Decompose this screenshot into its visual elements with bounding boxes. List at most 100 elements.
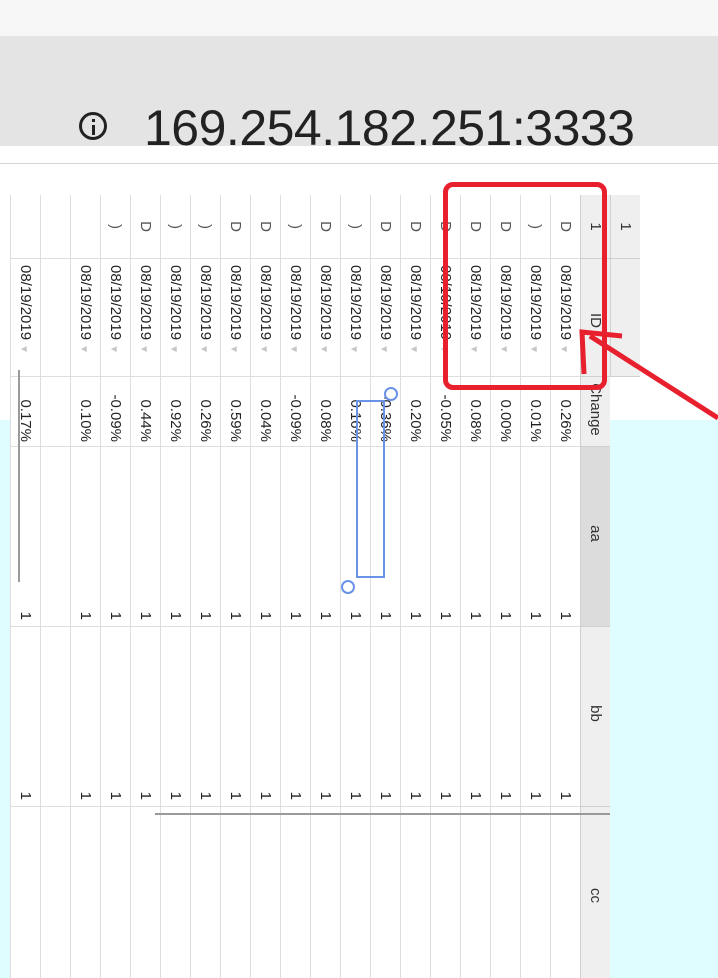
dropdown-caret-icon[interactable]: ▼ — [18, 344, 29, 354]
dropdown-caret-icon[interactable]: ▼ — [138, 344, 149, 354]
date-cell[interactable]: 08/19/2019 ▼ — [70, 259, 100, 377]
aa-cell[interactable]: 1 — [130, 447, 160, 627]
bb-cell[interactable]: 1 — [280, 627, 310, 807]
cc-cell[interactable] — [160, 807, 190, 978]
header-aa[interactable]: aa — [580, 447, 610, 627]
table-row[interactable]: ) 08/19/2019 ▼ 0.26% 1 1 — [190, 195, 220, 978]
dropdown-caret-icon[interactable]: ▼ — [228, 344, 239, 354]
aa-cell[interactable] — [40, 447, 70, 627]
header-row-number[interactable]: 1 — [610, 195, 640, 259]
aa-cell[interactable]: 1 — [430, 447, 460, 627]
date-cell[interactable]: 08/19/2019 ▼ — [220, 259, 250, 377]
change-cell[interactable]: 0.17% — [10, 377, 40, 447]
cc-cell[interactable] — [370, 807, 400, 978]
table-row[interactable]: ) 08/19/2019 ▼ 0.92% 1 1 — [160, 195, 190, 978]
cc-cell[interactable] — [400, 807, 430, 978]
id-cell[interactable]: D — [250, 195, 280, 259]
change-cell[interactable]: -0.09% — [100, 377, 130, 447]
date-cell[interactable]: 08/19/2019 ▼ — [400, 259, 430, 377]
dropdown-caret-icon[interactable]: ▼ — [348, 344, 359, 354]
id-cell[interactable] — [70, 195, 100, 259]
aa-cell[interactable]: 1 — [280, 447, 310, 627]
id-cell[interactable]: D — [370, 195, 400, 259]
change-cell[interactable]: 0.20% — [400, 377, 430, 447]
bb-cell[interactable]: 1 — [490, 627, 520, 807]
cc-cell[interactable] — [10, 807, 40, 978]
bb-cell[interactable]: 1 — [10, 627, 40, 807]
bb-cell[interactable]: 1 — [310, 627, 340, 807]
aa-cell[interactable]: 1 — [100, 447, 130, 627]
bb-cell[interactable]: 1 — [130, 627, 160, 807]
change-cell[interactable]: 0.04% — [250, 377, 280, 447]
selection-handle-top[interactable] — [384, 387, 398, 401]
cc-cell[interactable] — [70, 807, 100, 978]
bb-cell[interactable]: 1 — [400, 627, 430, 807]
header-bb[interactable]: bb — [580, 627, 610, 807]
table-row[interactable]: D 08/19/2019▼ -0.36% 1 1 — [370, 195, 400, 978]
cc-cell[interactable] — [40, 807, 70, 978]
change-cell[interactable]: 0.10% — [70, 377, 100, 447]
cc-cell[interactable] — [100, 807, 130, 978]
change-cell[interactable]: 0.26% — [190, 377, 220, 447]
cc-cell[interactable] — [340, 807, 370, 978]
aa-cell[interactable]: 1 — [460, 447, 490, 627]
cc-cell[interactable] — [220, 807, 250, 978]
dropdown-caret-icon[interactable]: ▼ — [168, 344, 179, 354]
date-cell[interactable]: 08/19/2019 ▼ — [370, 259, 400, 377]
cc-cell[interactable] — [520, 807, 550, 978]
dropdown-caret-icon[interactable]: ▼ — [108, 344, 119, 354]
bb-cell[interactable]: 1 — [190, 627, 220, 807]
date-cell[interactable] — [40, 259, 70, 377]
id-cell[interactable]: ) — [340, 195, 370, 259]
aa-cell[interactable]: 1 — [10, 447, 40, 627]
horizontal-scrollbar[interactable] — [155, 813, 610, 815]
id-cell[interactable]: ) — [100, 195, 130, 259]
aa-cell[interactable]: 1 — [520, 447, 550, 627]
dropdown-caret-icon[interactable]: ▼ — [258, 344, 269, 354]
table-row[interactable]: D 08/19/2019 ▼ 0.44% 1 1 — [130, 195, 160, 978]
bb-cell[interactable]: 1 — [370, 627, 400, 807]
bb-cell[interactable]: 1 — [250, 627, 280, 807]
id-cell[interactable] — [40, 195, 70, 259]
cc-cell[interactable] — [190, 807, 220, 978]
aa-cell[interactable]: 1 — [400, 447, 430, 627]
date-cell[interactable]: 08/19/2019 ▼ — [280, 259, 310, 377]
id-cell[interactable]: D — [130, 195, 160, 259]
selection-handle-bottom[interactable] — [341, 580, 355, 594]
date-cell[interactable]: 08/19/2019 ▼ — [10, 259, 40, 377]
date-cell[interactable]: 08/19/2019 ▼ — [160, 259, 190, 377]
aa-cell[interactable]: 1 — [70, 447, 100, 627]
id-cell[interactable]: ) — [160, 195, 190, 259]
aa-cell[interactable]: 1 — [160, 447, 190, 627]
bb-cell[interactable]: 1 — [220, 627, 250, 807]
aa-cell[interactable]: 1 — [220, 447, 250, 627]
date-cell[interactable]: 08/19/2019 ▼ — [250, 259, 280, 377]
change-cell[interactable] — [40, 377, 70, 447]
change-cell[interactable]: 0.08% — [310, 377, 340, 447]
id-cell[interactable]: D — [310, 195, 340, 259]
id-cell[interactable]: ) — [280, 195, 310, 259]
table-row[interactable]: D 08/19/2019 ▼ 0.08% 1 1 — [310, 195, 340, 978]
cc-cell[interactable] — [460, 807, 490, 978]
date-cell[interactable]: 08/19/2019 ▼ — [340, 259, 370, 377]
bb-cell[interactable]: 1 — [70, 627, 100, 807]
change-cell[interactable]: 0.59% — [220, 377, 250, 447]
id-cell[interactable]: ) — [190, 195, 220, 259]
aa-cell[interactable]: 1 — [310, 447, 340, 627]
cell-selection[interactable] — [356, 400, 385, 578]
bb-cell[interactable]: 1 — [550, 627, 580, 807]
aa-cell[interactable]: 1 — [250, 447, 280, 627]
bb-cell[interactable]: 1 — [340, 627, 370, 807]
cc-cell[interactable] — [550, 807, 580, 978]
table-row[interactable]: ) 08/19/2019 ▼ -0.09% 1 1 — [280, 195, 310, 978]
cc-cell[interactable] — [130, 807, 160, 978]
aa-cell[interactable]: 1 — [550, 447, 580, 627]
change-cell[interactable]: -0.09% — [280, 377, 310, 447]
table-row[interactable] — [40, 195, 70, 978]
dropdown-caret-icon[interactable]: ▼ — [198, 344, 209, 354]
bb-cell[interactable]: 1 — [520, 627, 550, 807]
bb-cell[interactable]: 1 — [460, 627, 490, 807]
cc-cell[interactable] — [310, 807, 340, 978]
date-cell[interactable]: 08/19/2019 ▼ — [190, 259, 220, 377]
cc-cell[interactable] — [250, 807, 280, 978]
